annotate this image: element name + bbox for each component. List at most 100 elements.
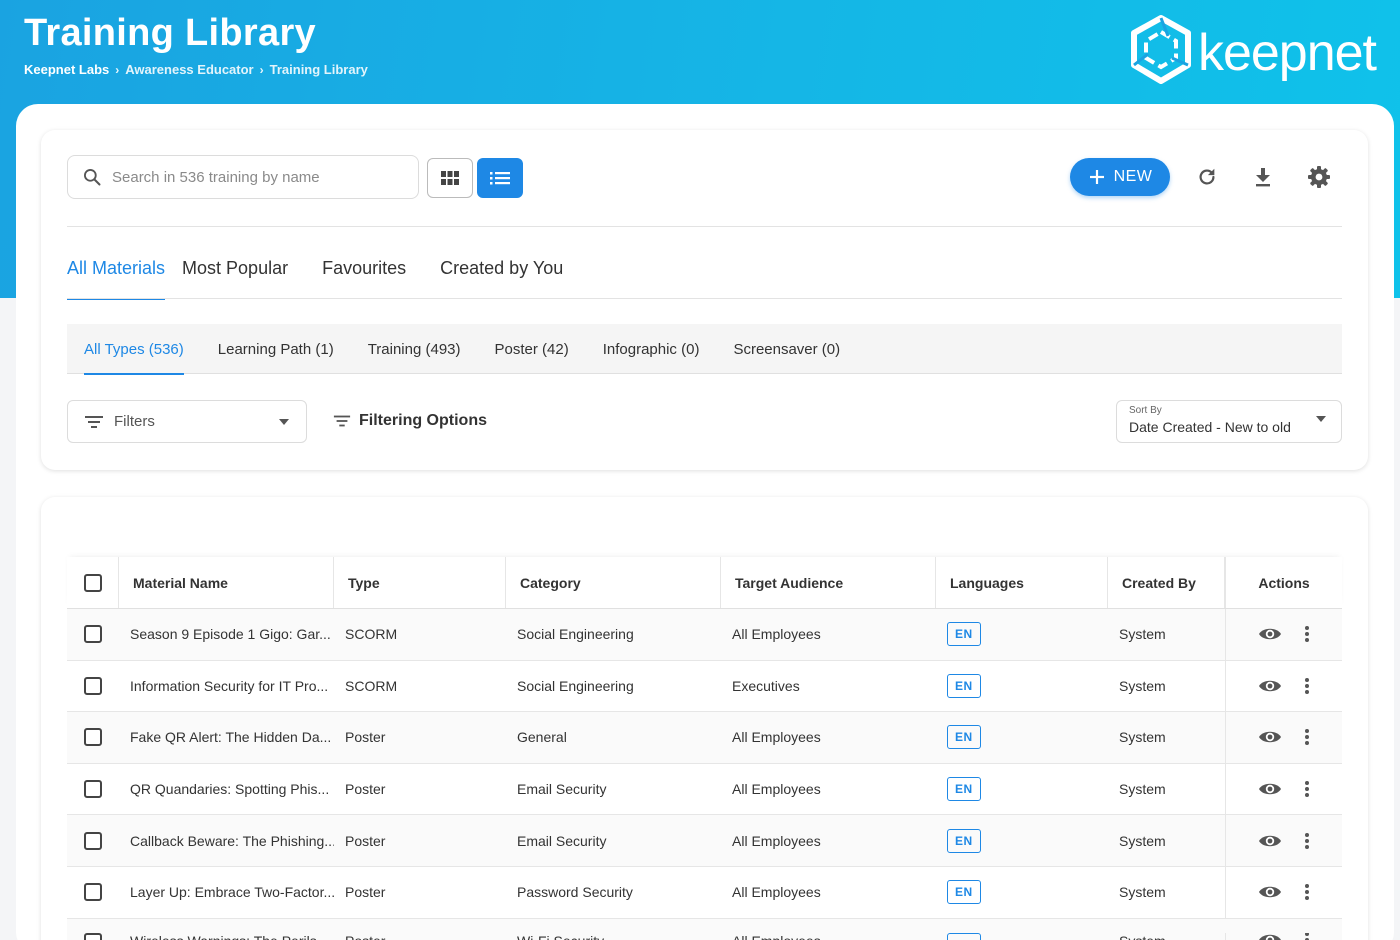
breadcrumb-item[interactable]: Awareness Educator (125, 62, 253, 77)
material-type: Poster (345, 832, 386, 849)
search-input[interactable] (112, 168, 402, 186)
material-type: Poster (334, 933, 506, 940)
material-category: Password Security (517, 884, 633, 901)
table-row[interactable]: Callback Beware: The Phishing... Poster … (67, 815, 1342, 867)
row-checkbox[interactable] (84, 676, 102, 695)
eye-icon[interactable] (1258, 729, 1282, 745)
target-audience: All Employees (732, 729, 821, 746)
table-row[interactable]: QR Quandaries: Spotting Phis... Poster E… (67, 763, 1342, 816)
row-select-cell (67, 780, 119, 799)
row-select-cell (67, 676, 119, 695)
table-row[interactable]: Wireless Warnings: The Perils... Poster … (67, 918, 1342, 940)
type-tab-all[interactable]: All Types (536) (84, 324, 184, 375)
row-actions (1225, 932, 1342, 940)
sort-by-value: Date Created - New to old (1129, 419, 1291, 435)
column-header: Actions (1225, 557, 1342, 608)
row-checkbox[interactable] (84, 728, 102, 747)
target-audience: Executives (732, 677, 800, 694)
more-vertical-icon[interactable] (1304, 728, 1310, 746)
search-box[interactable] (67, 155, 419, 199)
sort-by-select[interactable]: Sort By Date Created - New to old (1116, 400, 1342, 443)
language-badge: EN (947, 673, 981, 698)
row-select-cell (67, 883, 119, 902)
material-category: General (517, 729, 567, 746)
row-select-cell (67, 932, 119, 940)
language-badge: EN (947, 828, 981, 853)
material-name[interactable]: Wireless Warnings: The Perils... (119, 933, 334, 940)
material-name[interactable]: Information Security for IT Pro... (119, 678, 334, 694)
material-type: Poster (345, 781, 386, 798)
grid-view-button[interactable] (427, 158, 473, 198)
table-row[interactable]: Fake QR Alert: The Hidden Da... Poster G… (67, 712, 1342, 764)
column-header[interactable]: Type (334, 557, 506, 608)
material-name[interactable]: Season 9 Episode 1 Gigo: Gar... (119, 626, 334, 642)
filtering-options-button[interactable]: Filtering Options (333, 412, 487, 430)
breadcrumb-item[interactable]: Keepnet Labs (24, 62, 109, 77)
row-checkbox[interactable] (84, 932, 102, 940)
eye-icon[interactable] (1258, 833, 1282, 849)
target-audience: All Employees (732, 626, 821, 643)
eye-icon[interactable] (1258, 884, 1282, 900)
row-checkbox[interactable] (84, 831, 102, 850)
more-vertical-icon[interactable] (1304, 625, 1310, 643)
more-vertical-icon[interactable] (1304, 780, 1310, 798)
eye-icon[interactable] (1258, 626, 1282, 642)
type-tab-screensaver[interactable]: Screensaver (0) (733, 324, 840, 374)
refresh-button[interactable] (1192, 162, 1222, 192)
type-tab-training[interactable]: Training (493) (368, 324, 461, 374)
type-tab-learning-path[interactable]: Learning Path (1) (218, 324, 334, 374)
column-header[interactable]: Created By (1108, 557, 1225, 608)
eye-icon[interactable] (1258, 781, 1282, 797)
table-row[interactable]: Information Security for IT Pro... SCORM… (67, 660, 1342, 713)
type-tab-infographic[interactable]: Infographic (0) (603, 324, 700, 374)
select-all-checkbox[interactable] (83, 573, 102, 592)
list-view-button[interactable] (477, 158, 523, 198)
column-header[interactable]: Target Audience (721, 557, 936, 608)
row-checkbox[interactable] (84, 883, 102, 902)
more-vertical-icon[interactable] (1304, 932, 1310, 940)
eye-icon[interactable] (1258, 933, 1282, 940)
settings-button[interactable] (1304, 162, 1334, 192)
row-checkbox[interactable] (84, 625, 102, 644)
tab-all-materials[interactable]: All Materials (67, 258, 166, 300)
more-vertical-icon[interactable] (1304, 832, 1310, 850)
more-vertical-icon[interactable] (1304, 677, 1310, 695)
sort-by-label: Sort By (1129, 405, 1162, 416)
material-type: Poster (345, 884, 386, 901)
type-tabs: All Types (536) Learning Path (1) Traini… (67, 324, 1342, 375)
brand-logo: keepnet (1128, 14, 1377, 86)
material-type: SCORM (345, 626, 398, 643)
languages-cell: EN (936, 880, 1108, 905)
table-row[interactable]: Season 9 Episode 1 Gigo: Gar... SCORM So… (67, 609, 1342, 661)
languages-cell: EN (936, 673, 1108, 698)
table-row[interactable]: Layer Up: Embrace Two-Factor... Poster P… (67, 866, 1342, 919)
materials-table-card: Material Name Type Category Target Audie… (41, 497, 1368, 940)
language-badge: EN (947, 777, 981, 802)
tab-created-by-you[interactable]: Created by You (440, 258, 563, 300)
more-vertical-icon[interactable] (1304, 883, 1310, 901)
filter-icon (333, 415, 351, 427)
row-checkbox[interactable] (84, 780, 102, 799)
download-button[interactable] (1248, 162, 1278, 192)
material-name[interactable]: Callback Beware: The Phishing... (119, 833, 334, 849)
material-category: Email Security (517, 781, 607, 798)
column-header[interactable]: Material Name (119, 557, 334, 608)
material-name[interactable]: QR Quandaries: Spotting Phis... (119, 781, 334, 797)
material-name[interactable]: Fake QR Alert: The Hidden Da... (119, 729, 334, 745)
materials-table: Material Name Type Category Target Audie… (67, 557, 1342, 940)
filters-dropdown[interactable]: Filters (67, 400, 307, 443)
row-actions (1225, 763, 1342, 815)
chevron-right-icon: › (259, 62, 264, 77)
new-button[interactable]: NEW (1070, 158, 1170, 196)
tab-favourites[interactable]: Favourites (322, 258, 406, 300)
column-header[interactable]: Category (506, 557, 721, 608)
eye-icon[interactable] (1258, 678, 1282, 694)
column-header[interactable]: Languages (936, 557, 1108, 608)
material-category: Social Engineering (517, 677, 634, 694)
material-category: Wi-Fi Security (506, 933, 721, 940)
tab-most-popular[interactable]: Most Popular (182, 258, 288, 300)
created-by: System (1119, 781, 1166, 798)
row-select-cell (67, 625, 119, 644)
type-tab-poster[interactable]: Poster (42) (495, 324, 569, 374)
material-name[interactable]: Layer Up: Embrace Two-Factor... (119, 884, 334, 900)
